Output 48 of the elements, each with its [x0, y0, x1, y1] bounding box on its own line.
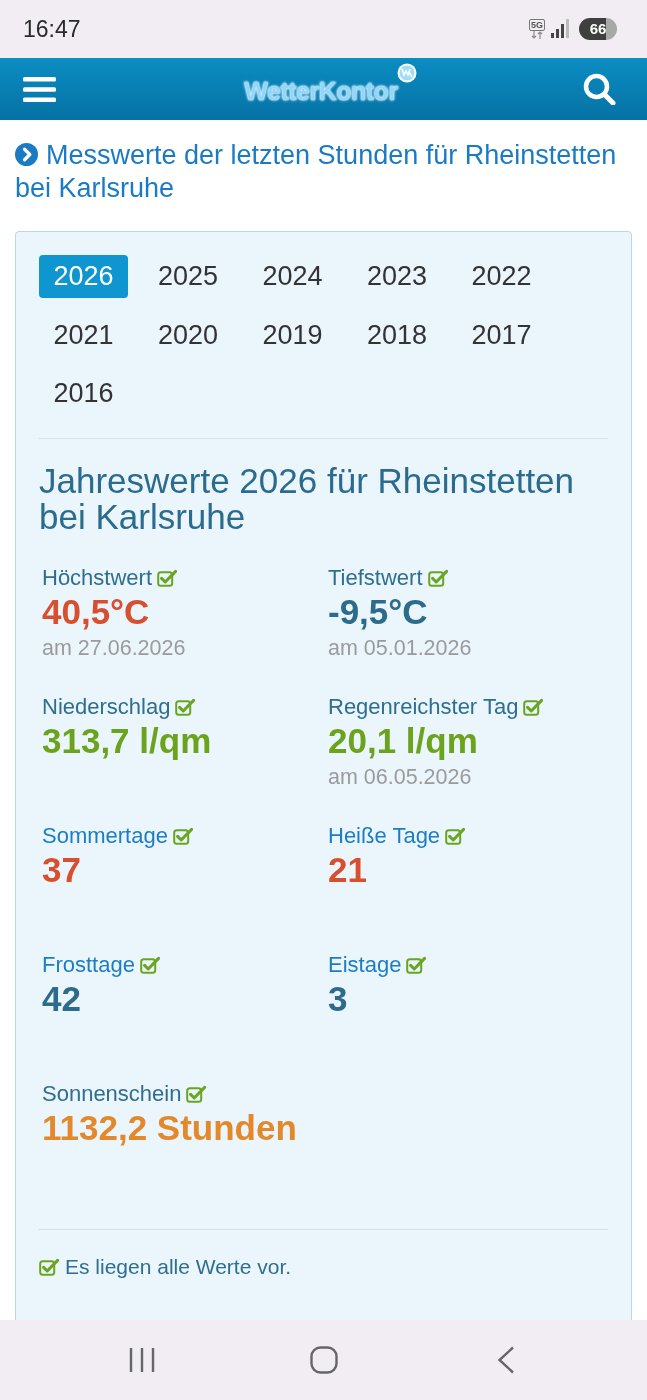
menu-icon	[23, 76, 56, 102]
home-icon	[309, 1346, 338, 1374]
search-icon	[583, 73, 617, 105]
year-tab[interactable]: 2025	[143, 255, 233, 298]
stat-value: 3	[328, 979, 348, 1019]
stat-value: 40,5°C	[42, 592, 150, 632]
stat-label[interactable]: Eistage	[328, 952, 402, 978]
stat-date: am 27.06.2026	[42, 635, 186, 662]
year-tab[interactable]: 2020	[143, 313, 233, 357]
year-tab[interactable]: 2021	[39, 313, 128, 357]
chevron-circle-icon	[15, 143, 38, 166]
stat-value: 313,7 l/qm	[42, 721, 212, 761]
year-tab[interactable]: 2022	[457, 255, 546, 298]
stat-label: Sonnenschein	[42, 1081, 182, 1107]
measurements-link[interactable]: Messwerte der letzten Stunden für Rheinstetten bei Karlsruhe	[15, 139, 632, 205]
status-time: 16:47	[23, 14, 81, 44]
menu-button[interactable]	[23, 76, 56, 102]
stat-value: 20,1 l/qm	[328, 721, 478, 761]
stat-label[interactable]: Sommertage	[42, 823, 168, 849]
battery-indicator: 66	[579, 18, 617, 40]
year-tab[interactable]: 2017	[457, 313, 546, 357]
stat-value: 1132,2 Stunden	[42, 1108, 297, 1148]
year-tab[interactable]: 2016	[39, 372, 128, 415]
back-icon	[496, 1346, 515, 1374]
stat-label: Tiefstwert	[328, 565, 423, 591]
yearly-values-heading: Jahreswerte 2026 für Rheinstetten bei Karlsruhe	[39, 463, 576, 535]
stat-label[interactable]: Heiße Tage	[328, 823, 441, 849]
stat-value: 21	[328, 850, 367, 890]
signal-icon	[550, 19, 570, 39]
network-label: 5G	[529, 19, 545, 31]
stat-value: 42	[42, 979, 81, 1019]
stat-date: am 05.01.2026	[328, 635, 472, 662]
year-tab[interactable]: 2023	[352, 255, 442, 298]
year-tab[interactable]: 2024	[248, 255, 337, 298]
stat-label[interactable]: Frosttage	[42, 952, 135, 978]
stat-date: am 06.05.2026	[328, 764, 472, 791]
logo-emblem-icon	[396, 63, 417, 84]
completeness-note: Es liegen alle Werte vor.	[65, 1254, 292, 1280]
stat-label: Niederschlag	[42, 694, 171, 720]
year-tab[interactable]: 2018	[352, 313, 442, 357]
year-tab[interactable]: 2019	[248, 313, 337, 357]
stat-label: Regenreichster Tag	[328, 694, 519, 720]
recent-apps-icon	[128, 1347, 155, 1373]
search-button[interactable]	[583, 72, 617, 106]
data-arrows-icon	[531, 31, 543, 39]
stat-value: 37	[42, 850, 81, 890]
stat-value: -9,5°C	[328, 592, 428, 632]
stat-label: Höchstwert	[42, 565, 153, 591]
